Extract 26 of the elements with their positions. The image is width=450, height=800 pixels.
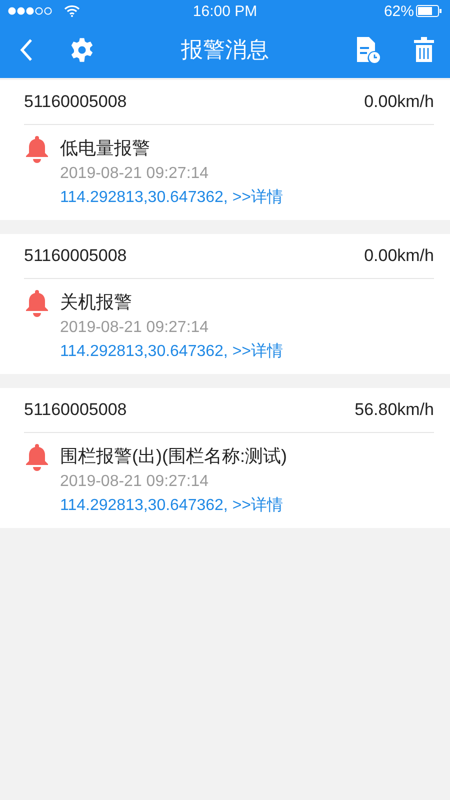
device-id: 51160005008 <box>24 92 127 112</box>
device-id: 51160005008 <box>24 246 127 266</box>
alarm-type: 围栏报警(出)(围栏名称:测试) <box>60 445 287 468</box>
status-time: 16:00 PM <box>192 2 258 20</box>
page-title: 报警消息 <box>180 36 270 64</box>
bell-icon <box>24 289 50 317</box>
bell-icon <box>24 135 50 163</box>
device-id: 51160005008 <box>24 400 127 420</box>
alarm-time: 2019-08-21 09:27:14 <box>60 319 210 337</box>
location-link[interactable]: 114.292813,30.647362, >>详情 <box>60 495 287 516</box>
alarm-time: 2019-08-21 09:27:14 <box>60 165 210 183</box>
alarm-time: 2019-08-21 09:27:14 <box>60 473 210 491</box>
battery-percent: 62% <box>384 2 414 20</box>
location-link[interactable]: 114.292813,30.647362, >>详情 <box>60 341 283 362</box>
bell-icon <box>24 443 50 471</box>
speed-value: 0.00km/h <box>364 92 434 112</box>
delete-button[interactable] <box>412 36 436 64</box>
speed-value: 0.00km/h <box>364 246 434 266</box>
battery-icon <box>416 5 442 17</box>
signal-icon <box>8 7 54 15</box>
alarm-type: 低电量报警 <box>60 137 151 160</box>
alarm-type: 关机报警 <box>60 291 133 314</box>
wifi-icon <box>64 5 80 17</box>
speed-value: 56.80km/h <box>354 400 434 420</box>
location-link[interactable]: 114.292813,30.647362, >>详情 <box>60 187 283 208</box>
report-button[interactable] <box>354 35 382 65</box>
